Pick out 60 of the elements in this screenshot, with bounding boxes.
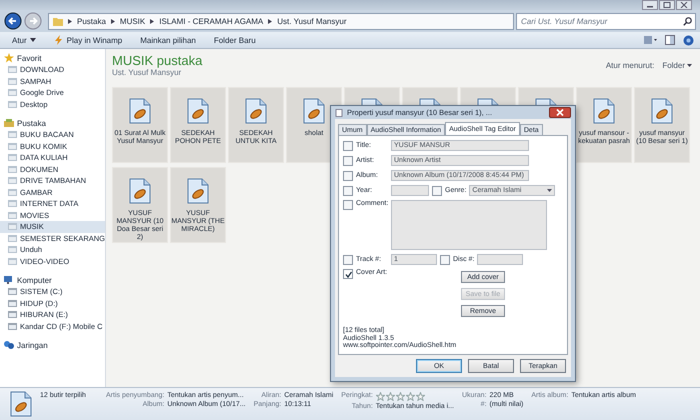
arrange-dropdown[interactable]: Folder — [662, 61, 692, 70]
checkbox[interactable] — [343, 254, 353, 264]
caret-icon — [687, 64, 692, 67]
sidebar-group[interactable]: Jaringan — [4, 339, 105, 351]
checkbox[interactable] — [440, 254, 450, 264]
document-icon — [335, 108, 343, 116]
breadcrumb-item[interactable]: Ust. Yusuf Mansyur — [277, 16, 346, 26]
back-button[interactable] — [4, 12, 22, 30]
star-icon — [4, 53, 14, 63]
checkbox[interactable] — [343, 170, 353, 180]
search-field[interactable]: Cari Ust. Yusuf Mansyur — [516, 12, 696, 30]
maximize-button[interactable] — [659, 0, 675, 10]
caret-icon — [30, 38, 36, 42]
chevron-icon — [68, 18, 72, 24]
checkbox[interactable] — [343, 200, 353, 210]
close-button[interactable] — [676, 0, 692, 10]
input-field[interactable] — [391, 185, 429, 196]
sidebar-group[interactable]: Pustaka — [4, 117, 105, 129]
close-icon — [556, 109, 564, 116]
library-subtitle: Ust. Yusuf Mansyur — [112, 68, 182, 77]
checkbox[interactable] — [432, 186, 442, 196]
toolbar-button[interactable]: Folder Baru — [208, 34, 262, 46]
maximize-icon — [663, 2, 671, 8]
lightning-icon — [54, 35, 64, 45]
sidebar-group[interactable]: Favorit — [4, 52, 105, 64]
preview-pane-icon[interactable] — [665, 35, 675, 45]
star-icon — [416, 392, 425, 401]
address-bar[interactable]: Pustaka MUSIK ISLAMI - CERAMAH AGAMA Ust. Yusuf Mansyur — [48, 12, 514, 30]
star-icon — [406, 392, 415, 401]
toolbar-button[interactable]: Mainkan pilihan — [134, 34, 202, 46]
minimize-button[interactable] — [642, 0, 658, 10]
checkbox[interactable] — [343, 140, 353, 150]
comment-field[interactable] — [391, 200, 547, 250]
library-title: MUSIK pustaka — [112, 53, 202, 68]
input-field[interactable] — [477, 254, 524, 265]
star-icon — [376, 392, 385, 401]
caret-icon — [547, 189, 552, 192]
chevron-icon — [150, 18, 154, 24]
breadcrumb-item[interactable]: Pustaka — [77, 16, 106, 26]
checkbox[interactable] — [343, 186, 353, 196]
toolbar-button[interactable]: Atur — [6, 34, 42, 46]
close-icon — [680, 2, 688, 8]
breadcrumb-item[interactable]: ISLAMI - CERAMAH AGAMA — [159, 16, 264, 26]
sidebar-group[interactable]: Komputer — [4, 274, 105, 286]
chevron-icon — [110, 18, 115, 24]
checkbox[interactable] — [343, 156, 353, 166]
arrange-label: Atur menurut: — [606, 61, 654, 70]
network-icon — [4, 340, 14, 350]
view-icon[interactable] — [643, 35, 657, 45]
checkbox[interactable] — [343, 269, 353, 279]
computer-icon — [4, 275, 14, 285]
help-icon[interactable] — [683, 34, 694, 46]
star-icon — [396, 392, 405, 401]
library-icon — [4, 118, 14, 128]
breadcrumb-item[interactable]: MUSIK — [120, 16, 146, 26]
close-button[interactable] — [549, 107, 571, 118]
chevron-icon — [268, 18, 272, 24]
search-icon — [683, 16, 692, 26]
star-icon — [386, 392, 395, 401]
toolbar-button[interactable]: Play in Winamp — [48, 34, 128, 46]
